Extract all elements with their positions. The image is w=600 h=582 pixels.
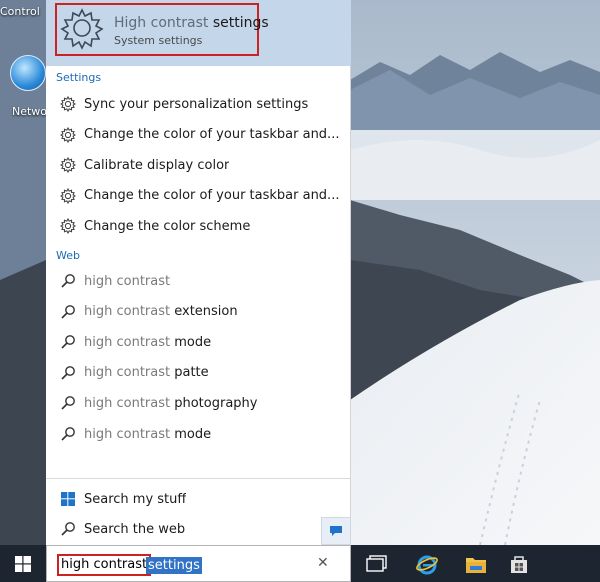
gear-icon (56, 157, 80, 174)
web-suggestion-item[interactable]: high contrast mode (46, 327, 351, 357)
search-icon (56, 273, 80, 289)
gear-icon (60, 8, 104, 50)
windows-logo-icon (56, 492, 80, 506)
web-suggestion-rest: mode (174, 426, 212, 442)
globe-icon (10, 55, 46, 91)
web-suggestion-item[interactable]: high contrast patte (46, 358, 351, 388)
search-icon (56, 334, 80, 350)
settings-result-item[interactable]: Change the color of your taskbar and... (46, 181, 351, 211)
settings-result-label: Change the color of your taskbar and... (84, 188, 340, 204)
web-suggestion-label: high contrast extension (84, 304, 238, 319)
file-explorer-icon[interactable] (462, 550, 490, 578)
feedback-icon (330, 526, 342, 536)
search-query-typed: high contrast (57, 554, 152, 576)
gear-icon (56, 187, 80, 204)
search-icon (56, 521, 80, 537)
web-suggestion-label: high contrast mode (84, 427, 211, 442)
search-icon (56, 395, 80, 411)
web-suggestion-item[interactable]: high contrast mode (46, 419, 351, 449)
desktop-network-icon[interactable]: Netwo (10, 55, 50, 118)
web-suggestion-hint: high contrast (84, 426, 171, 442)
web-suggestion-item[interactable]: high contrast (46, 266, 351, 296)
web-suggestion-label: high contrast patte (84, 365, 209, 380)
best-match-title: High contrast settings (114, 15, 269, 31)
settings-result-item[interactable]: Sync your personalization settings (46, 89, 351, 119)
feedback-button[interactable] (321, 517, 351, 545)
taskbar: high contrast settings ✕ (0, 545, 600, 582)
web-suggestion-hint: high contrast (84, 365, 171, 381)
web-suggestion-rest: mode (174, 334, 212, 350)
web-suggestion-hint: high contrast (84, 334, 171, 350)
search-icon (56, 365, 80, 381)
search-input[interactable]: high contrast settings ✕ (46, 545, 351, 582)
settings-result-item[interactable]: Change the color of your taskbar and... (46, 120, 351, 150)
best-match-subtitle: System settings (114, 34, 203, 47)
search-the-web-label: Search the web (84, 521, 186, 537)
web-suggestion-rest: photography (174, 395, 258, 411)
search-results-panel: High contrast settings System settings S… (46, 0, 351, 545)
web-section-header: Web (56, 249, 80, 262)
start-button[interactable] (0, 545, 46, 582)
settings-result-item[interactable]: Calibrate display color (46, 150, 351, 180)
web-suggestion-rest: extension (174, 304, 238, 320)
search-my-stuff-button[interactable]: Search my stuff (46, 484, 351, 514)
gear-icon (56, 96, 80, 112)
web-suggestion-item[interactable]: high contrast extension (46, 297, 351, 327)
task-view-icon[interactable] (363, 550, 391, 578)
best-match-result[interactable]: High contrast settings System settings (46, 0, 351, 66)
best-match-title-hint: High contrast (114, 15, 209, 31)
settings-result-label: Change the color scheme (84, 218, 251, 234)
web-suggestion-label: high contrast photography (84, 396, 257, 411)
gear-icon (56, 218, 80, 235)
web-suggestion-hint: high contrast (84, 304, 171, 320)
web-suggestion-label: high contrast (84, 274, 170, 289)
best-match-title-rest: settings (212, 15, 269, 31)
web-suggestion-label: high contrast mode (84, 335, 211, 350)
web-suggestion-item[interactable]: high contrast photography (46, 388, 351, 418)
web-suggestion-hint: high contrast (84, 273, 171, 289)
web-suggestion-hint: high contrast (84, 395, 171, 411)
internet-explorer-icon[interactable] (413, 550, 441, 578)
search-my-stuff-label: Search my stuff (84, 491, 187, 507)
clear-search-icon[interactable]: ✕ (317, 555, 329, 571)
settings-result-label: Calibrate display color (84, 157, 230, 173)
desktop-icon-label[interactable]: Control (0, 5, 46, 18)
search-the-web-button[interactable]: Search the web (46, 514, 351, 544)
settings-result-label: Change the color of your taskbar and... (84, 127, 340, 143)
search-icon (56, 426, 80, 442)
search-icon (56, 304, 80, 320)
gear-icon (56, 126, 80, 143)
windows-logo-icon (15, 555, 31, 572)
settings-result-item[interactable]: Change the color scheme (46, 211, 351, 241)
store-icon[interactable] (505, 550, 533, 578)
settings-section-header: Settings (56, 71, 102, 84)
web-suggestion-rest: patte (174, 365, 209, 381)
search-query-autocomplete: settings (146, 557, 202, 574)
settings-result-label: Sync your personalization settings (84, 96, 309, 112)
footer-divider (46, 478, 351, 479)
